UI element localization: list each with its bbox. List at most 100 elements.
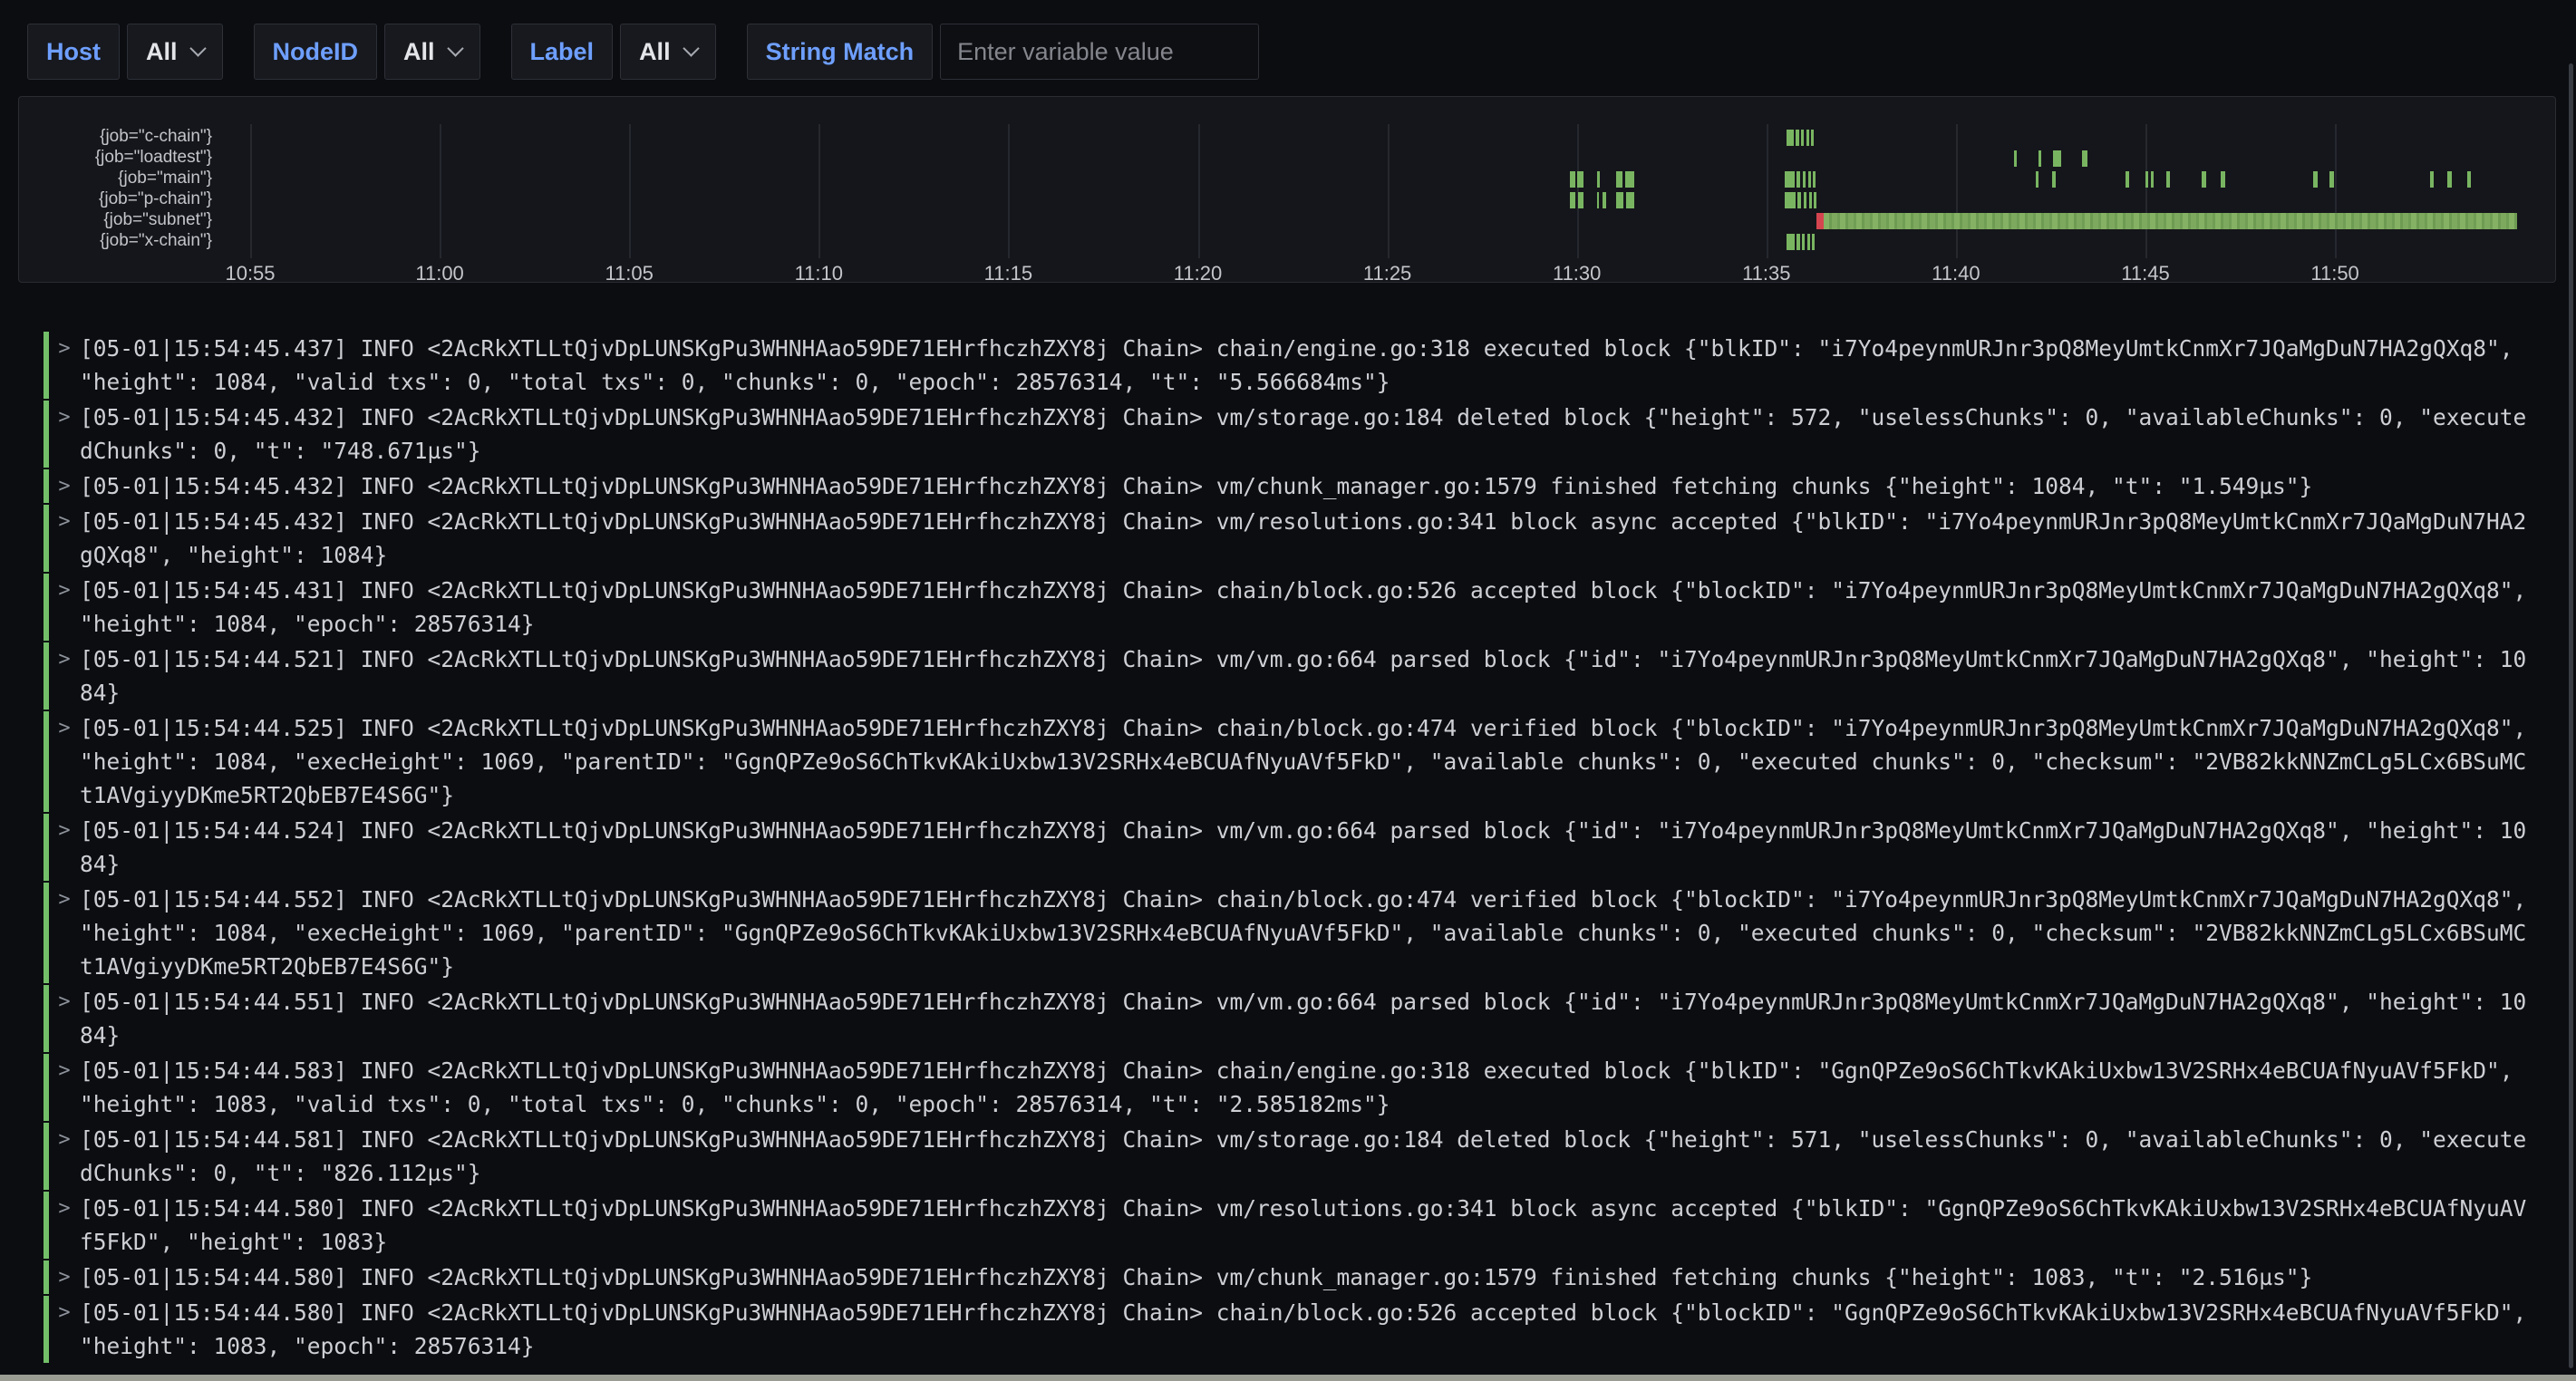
label-selected-value: All xyxy=(639,38,671,66)
time-axis-label: 11:50 xyxy=(2271,262,2398,285)
log-row[interactable]: >[05-01|15:54:45.432] INFO <2AcRkXTLLtQj… xyxy=(44,469,2576,503)
log-message: [05-01|15:54:45.437] INFO <2AcRkXTLLtQjv… xyxy=(80,332,2513,399)
expand-row-icon[interactable]: > xyxy=(54,985,74,1052)
expand-row-icon[interactable]: > xyxy=(54,1123,74,1190)
log-row[interactable]: >[05-01|15:54:45.432] INFO <2AcRkXTLLtQj… xyxy=(44,505,2576,572)
log-volume-segment xyxy=(2145,171,2148,188)
log-row[interactable]: >[05-01|15:54:44.524] INFO <2AcRkXTLLtQj… xyxy=(44,814,2576,881)
expand-row-icon[interactable]: > xyxy=(54,1192,74,1259)
gridline xyxy=(1198,124,1200,258)
log-row[interactable]: >[05-01|15:54:44.521] INFO <2AcRkXTLLtQj… xyxy=(44,642,2576,710)
log-row[interactable]: >[05-01|15:54:45.437] INFO <2AcRkXTLLtQj… xyxy=(44,332,2576,399)
log-row[interactable]: >[05-01|15:54:45.431] INFO <2AcRkXTLLtQj… xyxy=(44,574,2576,641)
log-volume-segment xyxy=(1570,192,1575,208)
log-volume-segment xyxy=(1813,171,1816,188)
gridline xyxy=(2335,124,2337,258)
log-row[interactable]: >[05-01|15:54:44.580] INFO <2AcRkXTLLtQj… xyxy=(44,1192,2576,1259)
gridline xyxy=(1008,124,1010,258)
log-level-bar xyxy=(44,642,49,710)
log-message: [05-01|15:54:44.583] INFO <2AcRkXTLLtQjv… xyxy=(80,1054,2513,1121)
string-match-label[interactable]: String Match xyxy=(747,24,934,80)
host-variable-label[interactable]: Host xyxy=(27,24,120,80)
expand-row-icon[interactable]: > xyxy=(54,401,74,468)
log-row[interactable]: >[05-01|15:54:44.583] INFO <2AcRkXTLLtQj… xyxy=(44,1054,2576,1121)
log-row[interactable]: >[05-01|15:54:44.551] INFO <2AcRkXTLLtQj… xyxy=(44,985,2576,1052)
host-variable-select[interactable]: All xyxy=(127,24,223,80)
log-volume-segment xyxy=(1796,234,1800,250)
nodeid-variable-select[interactable]: All xyxy=(384,24,480,80)
log-level-bar xyxy=(44,883,49,983)
log-row[interactable]: >[05-01|15:54:44.581] INFO <2AcRkXTLLtQj… xyxy=(44,1123,2576,1190)
log-volume-segment xyxy=(1785,171,1795,188)
log-volume-segment xyxy=(1809,192,1812,208)
nodeid-selected-value: All xyxy=(403,38,435,66)
log-volume-segment xyxy=(1796,130,1799,146)
time-axis-label: 11:25 xyxy=(1324,262,1451,285)
expand-row-icon[interactable]: > xyxy=(54,1296,74,1363)
label-variable-select[interactable]: All xyxy=(620,24,716,80)
string-match-group: String Match xyxy=(747,24,1260,80)
log-message: [05-01|15:54:45.432] INFO <2AcRkXTLLtQjv… xyxy=(80,505,2526,572)
log-row[interactable]: >[05-01|15:54:45.432] INFO <2AcRkXTLLtQj… xyxy=(44,401,2576,468)
log-volume-panel[interactable]: {job="c-chain"}{job="loadtest"}{job="mai… xyxy=(18,96,2556,283)
log-volume-segment xyxy=(2221,171,2225,188)
label-variable-label[interactable]: Label xyxy=(511,24,614,80)
nodeid-variable-group: NodeID All xyxy=(254,24,480,80)
log-volume-segment xyxy=(2151,171,2154,188)
horizontal-scrollbar-thumb[interactable] xyxy=(0,1375,2576,1381)
expand-row-icon[interactable]: > xyxy=(54,642,74,710)
log-message: [05-01|15:54:44.551] INFO <2AcRkXTLLtQjv… xyxy=(80,985,2526,1052)
log-volume-segment xyxy=(1807,234,1810,250)
expand-row-icon[interactable]: > xyxy=(54,332,74,399)
log-row[interactable]: >[05-01|15:54:44.552] INFO <2AcRkXTLLtQj… xyxy=(44,883,2576,983)
log-volume-segment xyxy=(1808,171,1811,188)
log-volume-segment xyxy=(2126,171,2129,188)
log-volume-segment xyxy=(1787,234,1795,250)
log-message: [05-01|15:54:44.580] INFO <2AcRkXTLLtQjv… xyxy=(80,1260,2312,1294)
gridline xyxy=(1388,124,1390,258)
log-message: [05-01|15:54:44.521] INFO <2AcRkXTLLtQjv… xyxy=(80,642,2526,710)
log-volume-segment xyxy=(2039,150,2041,167)
time-axis-label: 11:10 xyxy=(755,262,882,285)
log-level-bar xyxy=(44,1192,49,1259)
chevron-down-icon xyxy=(189,40,206,56)
log-message: [05-01|15:54:45.432] INFO <2AcRkXTLLtQjv… xyxy=(80,469,2312,503)
expand-row-icon[interactable]: > xyxy=(54,883,74,983)
expand-row-icon[interactable]: > xyxy=(54,469,74,503)
expand-row-icon[interactable]: > xyxy=(54,711,74,812)
variable-value-input[interactable] xyxy=(940,24,1259,80)
log-volume-segment xyxy=(2053,150,2061,167)
log-volume-segment xyxy=(1597,192,1599,208)
log-row[interactable]: >[05-01|15:54:44.580] INFO <2AcRkXTLLtQj… xyxy=(44,1260,2576,1294)
log-volume-segment xyxy=(1578,192,1583,208)
log-message: [05-01|15:54:44.581] INFO <2AcRkXTLLtQjv… xyxy=(80,1123,2526,1190)
log-message: [05-01|15:54:44.580] INFO <2AcRkXTLLtQjv… xyxy=(80,1192,2526,1259)
label-label-text: Label xyxy=(530,38,595,66)
log-row[interactable]: >[05-01|15:54:44.580] INFO <2AcRkXTLLtQj… xyxy=(44,1296,2576,1363)
expand-row-icon[interactable]: > xyxy=(54,1260,74,1294)
expand-row-icon[interactable]: > xyxy=(54,505,74,572)
gridline xyxy=(1767,124,1768,258)
gridline xyxy=(1577,124,1579,258)
expand-row-icon[interactable]: > xyxy=(54,814,74,881)
time-axis-label: 11:35 xyxy=(1703,262,1830,285)
log-level-bar xyxy=(44,332,49,399)
vertical-scrollbar-thumb[interactable] xyxy=(2569,63,2573,1368)
log-volume-segment xyxy=(1626,192,1634,208)
log-level-bar xyxy=(44,469,49,503)
gridline xyxy=(818,124,820,258)
log-volume-segment xyxy=(2329,171,2334,188)
log-volume-segment xyxy=(1801,130,1804,146)
nodeid-variable-label[interactable]: NodeID xyxy=(254,24,378,80)
time-axis-label: 10:55 xyxy=(187,262,314,285)
host-selected-value: All xyxy=(146,38,178,66)
chevron-down-icon xyxy=(683,40,699,56)
log-level-bar xyxy=(44,1054,49,1121)
log-level-bar xyxy=(44,401,49,468)
expand-row-icon[interactable]: > xyxy=(54,574,74,641)
log-volume-segment xyxy=(1577,171,1583,188)
log-volume-segment xyxy=(2202,171,2206,188)
log-volume-segment xyxy=(2313,171,2318,188)
expand-row-icon[interactable]: > xyxy=(54,1054,74,1121)
log-row[interactable]: >[05-01|15:54:44.525] INFO <2AcRkXTLLtQj… xyxy=(44,711,2576,812)
